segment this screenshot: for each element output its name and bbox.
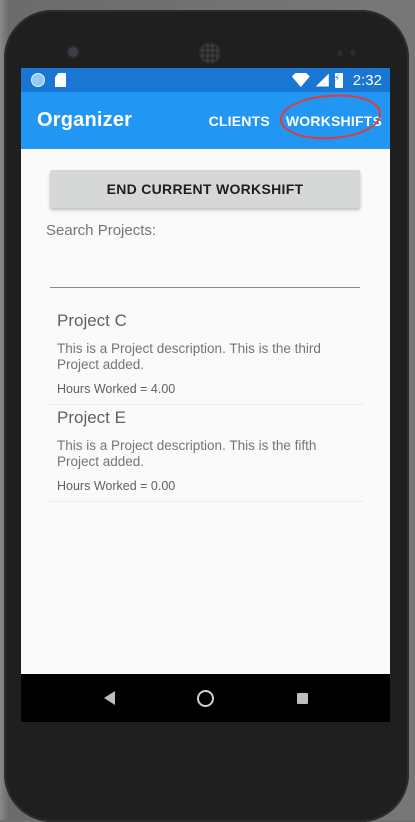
notification-dot-icon (31, 73, 45, 87)
project-title: Project C (57, 311, 127, 330)
project-hours: Hours Worked = 0.00 (57, 479, 176, 493)
system-nav-bar (21, 674, 390, 722)
project-list-item[interactable]: Project C This is a Project description.… (46, 308, 364, 405)
project-description: This is a Project description. This is t… (57, 341, 321, 372)
search-input[interactable] (50, 259, 360, 288)
app-toolbar: Organizer CLIENTS WORKSHIFTS (21, 91, 390, 149)
search-label: Search Projects: (46, 222, 157, 239)
battery-charging-icon (334, 72, 343, 88)
speaker-grille-icon (200, 43, 220, 63)
device-frame: 2:32 Organizer CLIENTS WORKSHIFTS END CU… (0, 0, 415, 822)
sensor-icon (337, 50, 343, 56)
project-list: Project C This is a Project description.… (46, 308, 364, 502)
project-description: This is a Project description. This is t… (57, 438, 317, 469)
app-screen: 2:32 Organizer CLIENTS WORKSHIFTS END CU… (21, 68, 390, 708)
sensor-icon (350, 50, 356, 56)
status-bar: 2:32 (21, 68, 390, 92)
sd-card-icon (55, 73, 66, 87)
project-title: Project E (57, 408, 126, 427)
clients-action[interactable]: CLIENTS (209, 113, 270, 129)
annotation-circle (278, 91, 382, 142)
back-icon[interactable] (103, 691, 115, 705)
home-icon[interactable] (197, 689, 214, 707)
wifi-icon (291, 73, 310, 87)
workshifts-action[interactable]: WORKSHIFTS (278, 91, 382, 142)
project-list-item[interactable]: Project E This is a Project description.… (46, 405, 364, 502)
app-title: Organizer (37, 109, 133, 131)
end-workshift-button[interactable]: END CURRENT WORKSHIFT (50, 170, 360, 208)
signal-icon (315, 73, 329, 87)
front-camera-icon (68, 47, 78, 57)
project-hours: Hours Worked = 4.00 (57, 382, 176, 396)
recents-icon[interactable] (296, 692, 308, 704)
status-time: 2:32 (352, 71, 382, 89)
main-content: END CURRENT WORKSHIFT Search Projects: P… (21, 149, 390, 502)
